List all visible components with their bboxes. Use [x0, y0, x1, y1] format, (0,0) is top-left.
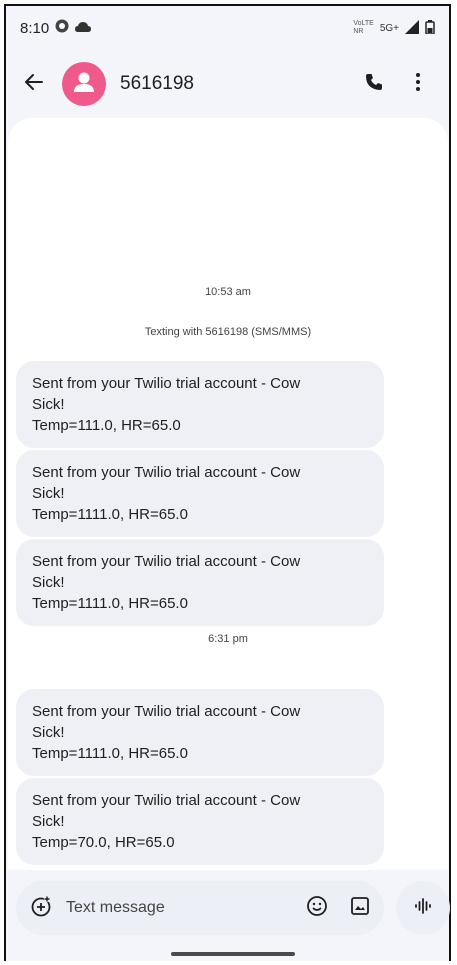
- message-line: Sent from your Twilio trial account - Co…: [32, 792, 301, 809]
- message-bubble[interactable]: Sent from your Twilio trial account - Co…: [16, 539, 384, 626]
- call-button[interactable]: [357, 67, 391, 101]
- status-bar: 8:10 VoLTE NR 5G+: [6, 6, 449, 50]
- person-icon: [71, 69, 97, 100]
- message-line: Temp=1111.0, HR=65.0: [32, 745, 188, 762]
- back-button[interactable]: [20, 70, 48, 98]
- timestamp-divider: 6:31 pm: [208, 633, 248, 645]
- message-bubble[interactable]: Sent from your Twilio trial account - Co…: [16, 778, 384, 865]
- message-line: Sent from your Twilio trial account - Co…: [32, 553, 301, 570]
- more-vert-icon: [415, 72, 421, 97]
- message-line: Sent from your Twilio trial account - Co…: [32, 375, 301, 392]
- status-left: 8:10: [20, 19, 92, 37]
- message-line: Sent from your Twilio trial account - Co…: [32, 464, 301, 481]
- battery-icon: [425, 20, 435, 36]
- add-circle-icon[interactable]: [30, 895, 52, 922]
- image-icon[interactable]: [350, 896, 370, 921]
- message-line: Sick!: [32, 813, 65, 830]
- text-message-input[interactable]: [64, 898, 306, 918]
- message-line: Sick!: [32, 485, 65, 502]
- network-type: 5G+: [379, 22, 399, 34]
- message-line: Sick!: [32, 574, 65, 591]
- message-composer: [16, 881, 384, 935]
- message-bubble[interactable]: Sent from your Twilio trial account - Co…: [16, 450, 384, 537]
- status-time: 8:10: [20, 19, 50, 37]
- notification-icon: [55, 19, 69, 37]
- network-label-top: VoLTE: [353, 20, 374, 27]
- message-line: Sent from your Twilio trial account - Co…: [32, 703, 301, 720]
- emoji-icon[interactable]: [306, 895, 328, 922]
- timestamp-divider: 10:53 am: [205, 286, 251, 298]
- avatar[interactable]: [62, 62, 106, 106]
- texting-info: Texting with 5616198 (SMS/MMS): [144, 326, 312, 338]
- cloud-icon: [75, 20, 92, 37]
- voice-waveform-icon: [413, 896, 433, 921]
- arrow-left-icon: [24, 72, 44, 97]
- message-bubble[interactable]: Sent from your Twilio trial account - Co…: [16, 689, 384, 776]
- contact-name[interactable]: 5616198: [120, 73, 347, 95]
- network-label-bottom: NR: [353, 28, 364, 35]
- more-options-button[interactable]: [401, 67, 435, 101]
- message-line: Sick!: [32, 396, 65, 413]
- message-line: Temp=111.0, HR=65.0: [32, 417, 181, 434]
- message-line: Temp=1111.0, HR=65.0: [32, 595, 188, 612]
- message-line: Sick!: [32, 724, 65, 741]
- phone-icon: [364, 72, 384, 97]
- gesture-nav-bar[interactable]: [171, 952, 295, 956]
- message-line: Temp=70.0, HR=65.0: [32, 834, 175, 851]
- message-line: Temp=1111.0, HR=65.0: [32, 506, 188, 523]
- conversation-panel[interactable]: 10:53 am Texting with 5616198 (SMS/MMS) …: [8, 118, 448, 870]
- status-right: VoLTE NR 5G+: [353, 20, 435, 36]
- message-bubble[interactable]: Sent from your Twilio trial account - Co…: [16, 361, 384, 448]
- voice-message-button[interactable]: [396, 881, 450, 935]
- app-bar: 5616198: [6, 54, 449, 114]
- signal-icon: [405, 20, 419, 36]
